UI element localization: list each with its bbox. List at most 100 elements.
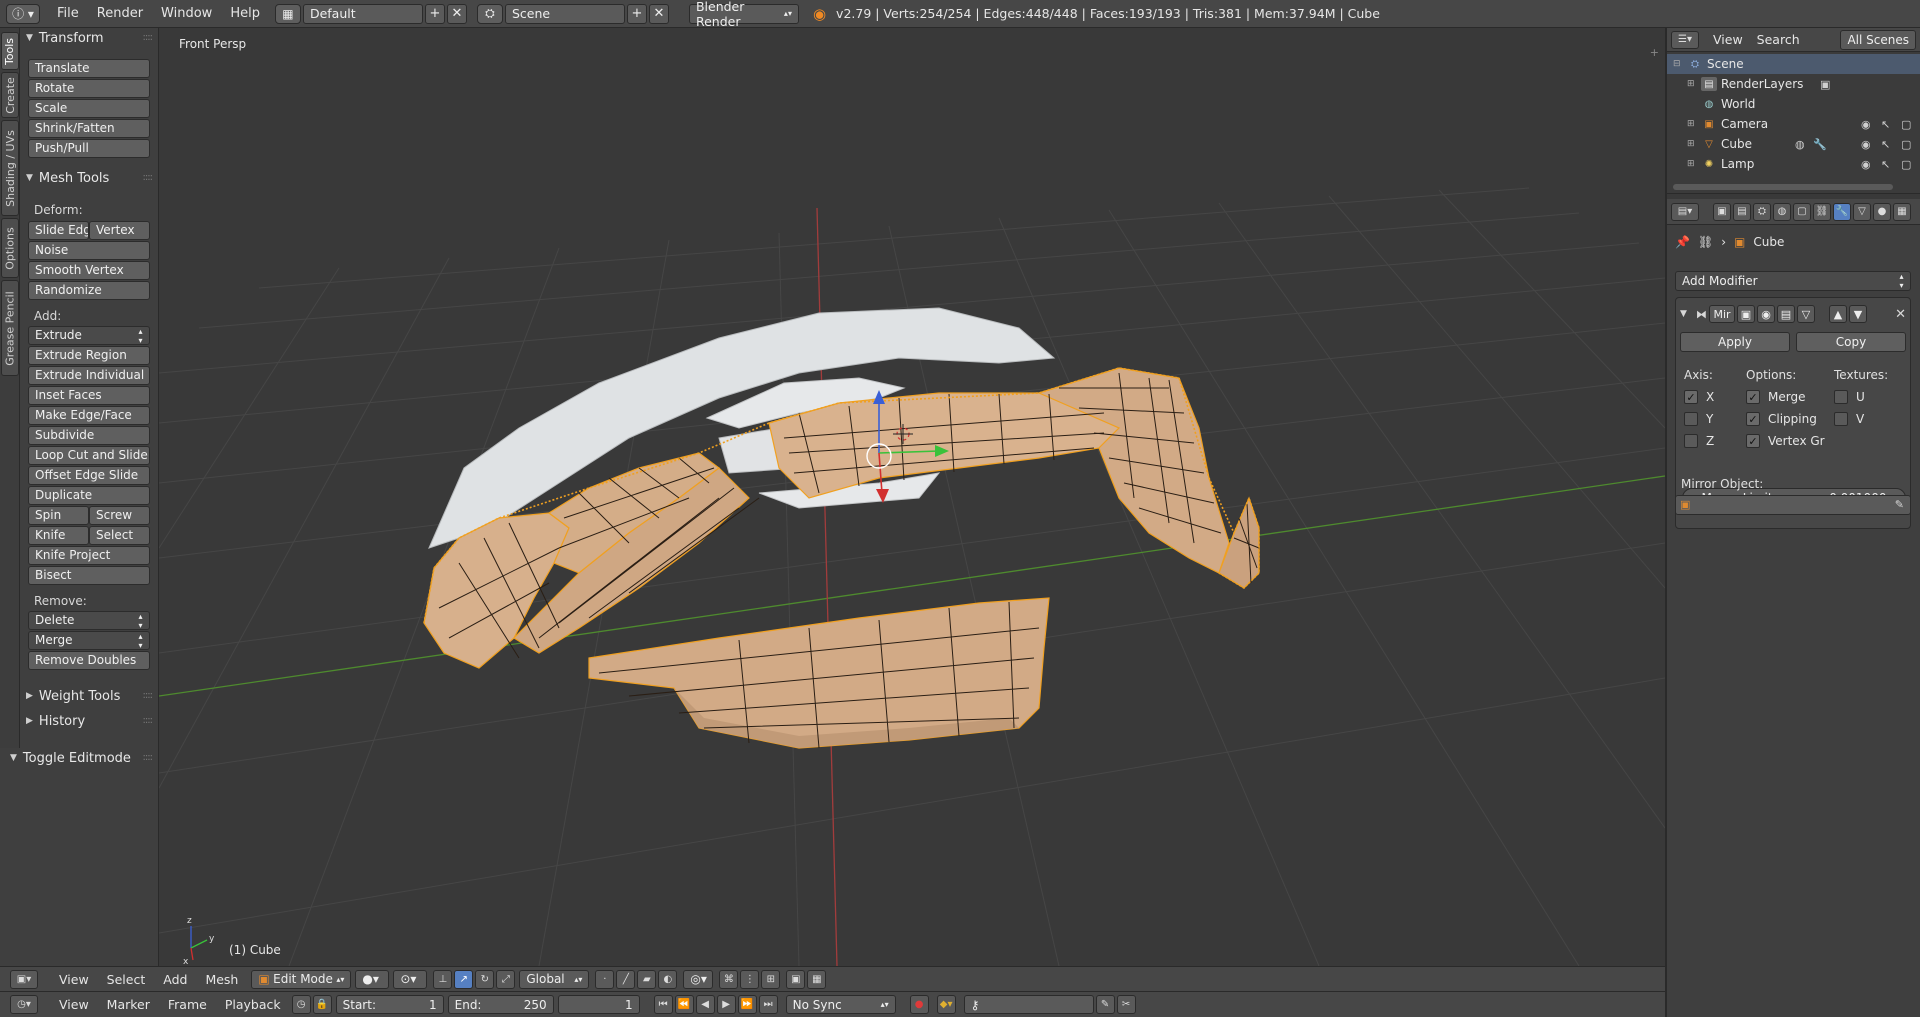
- grip-icon[interactable]: ::::: [143, 32, 154, 43]
- extrude-individual-button[interactable]: Extrude Individual: [28, 366, 150, 385]
- outliner-scrollbar[interactable]: [1673, 184, 1893, 190]
- slide-edge-button[interactable]: Slide Edge: [28, 221, 89, 240]
- spin-button[interactable]: Spin: [28, 506, 89, 525]
- display-mode-select[interactable]: All Scenes: [1840, 29, 1916, 50]
- transform-orientation-select[interactable]: Global ▴▾: [519, 969, 590, 989]
- 3d-editor-type-icon[interactable]: ▣▾: [10, 969, 38, 989]
- merge-checkbox[interactable]: ✓ Merge: [1746, 390, 1805, 404]
- play-icon[interactable]: ▶: [716, 995, 736, 1014]
- outliner-row-lamp[interactable]: ⊞ ✺ Lamp ◉ ↖ ▢: [1665, 154, 1920, 174]
- opengl-render-icon[interactable]: ▣: [786, 969, 806, 989]
- lock-icon[interactable]: 🔒: [312, 995, 332, 1014]
- jump-start-icon[interactable]: ⏮: [653, 995, 673, 1014]
- 3d-viewport[interactable]: z y x Front Persp (1) Cube +: [159, 28, 1665, 966]
- pivot-select[interactable]: ⊙▾: [393, 969, 428, 989]
- knife-button[interactable]: Knife: [28, 526, 89, 545]
- jump-end-icon[interactable]: ⏭: [758, 995, 778, 1014]
- clipping-checkbox[interactable]: ✓ Clipping: [1746, 412, 1817, 426]
- manipulator-toggle-icon[interactable]: ⊥: [433, 969, 453, 989]
- scale-button[interactable]: Scale: [28, 99, 150, 118]
- grip-icon[interactable]: ::::: [143, 752, 154, 763]
- viewport-shading-select[interactable]: ●▾: [355, 969, 390, 989]
- cursor-select-icon[interactable]: ↖: [1881, 138, 1890, 151]
- screen-layout-icon[interactable]: ▦: [274, 3, 301, 24]
- screen-layout-field[interactable]: Default: [302, 3, 423, 24]
- move-up-icon[interactable]: ▲: [1829, 305, 1847, 323]
- scene-icon[interactable]: ⛭: [476, 3, 503, 24]
- close-icon[interactable]: ✕: [1895, 307, 1906, 322]
- delete-dropdown[interactable]: Delete: [28, 611, 150, 630]
- axis-y-checkbox[interactable]: Y: [1684, 412, 1713, 426]
- transform-panel-header[interactable]: ▼ Transform: [26, 29, 104, 47]
- outliner-search-menu[interactable]: Search: [1757, 32, 1800, 47]
- render-icon[interactable]: ▢: [1901, 118, 1911, 131]
- cage-toggle-icon[interactable]: ▽: [1797, 305, 1815, 323]
- viewport-canvas[interactable]: z y x: [159, 28, 1665, 966]
- outliner-row-camera[interactable]: ⊞ ▣ Camera ◉ ↖ ▢: [1665, 114, 1920, 134]
- weight-tools-panel-header[interactable]: ▶ Weight Tools: [26, 687, 120, 705]
- face-select-icon[interactable]: ▰: [637, 969, 657, 989]
- tab-options[interactable]: Options: [1, 218, 19, 278]
- jump-keyframe-forward-icon[interactable]: ⏩: [737, 995, 757, 1014]
- toggle-editmode-panel-header[interactable]: ▼ Toggle Editmode: [10, 749, 131, 767]
- viewport-toggle-icon[interactable]: ◉: [1757, 305, 1775, 323]
- rotate-manipulator-icon[interactable]: ↻: [475, 969, 495, 989]
- editor-type-button[interactable]: ⓘ ▾: [6, 3, 40, 24]
- vertex-select-icon[interactable]: ·: [595, 969, 615, 989]
- menu-view[interactable]: View: [50, 972, 98, 987]
- remove-scene-button[interactable]: ✕: [648, 3, 669, 24]
- expand-icon[interactable]: ⊞: [1687, 159, 1697, 169]
- snap-element-icon[interactable]: ⋮: [740, 969, 760, 989]
- eye-icon[interactable]: ◉: [1861, 158, 1871, 171]
- move-down-icon[interactable]: ▼: [1849, 305, 1867, 323]
- mode-select[interactable]: ▣ Edit Mode ▴▾: [251, 969, 352, 989]
- world-context-icon[interactable]: ◍: [1773, 202, 1791, 221]
- slide-vertex-button[interactable]: Vertex: [89, 221, 150, 240]
- collapse-icon[interactable]: ⊟: [1673, 59, 1683, 69]
- keying-set-icon[interactable]: ◆▾: [936, 995, 956, 1014]
- grip-icon[interactable]: ::::: [143, 715, 154, 726]
- active-keying-set-field[interactable]: ⚷: [963, 995, 1094, 1014]
- eye-icon[interactable]: ◉: [1861, 118, 1871, 131]
- render-icon[interactable]: ▢: [1901, 138, 1911, 151]
- extrude-dropdown[interactable]: Extrude: [28, 326, 150, 345]
- material-context-icon[interactable]: ●: [1873, 202, 1891, 221]
- menu-window[interactable]: Window: [152, 0, 221, 28]
- collapse-icon[interactable]: ▼: [1680, 309, 1694, 319]
- sync-mode-select[interactable]: No Sync ▴▾: [785, 995, 896, 1014]
- vertex-groups-checkbox[interactable]: ✓ Vertex Gr: [1746, 434, 1825, 448]
- scale-manipulator-icon[interactable]: ⤢: [496, 969, 516, 989]
- editmode-toggle-icon[interactable]: ▤: [1777, 305, 1795, 323]
- limit-selection-icon[interactable]: ◐: [658, 969, 678, 989]
- outliner-editor-icon[interactable]: ☰▾: [1671, 30, 1699, 49]
- eye-icon[interactable]: ◉: [1861, 138, 1871, 151]
- outliner-view-menu[interactable]: View: [1713, 32, 1743, 47]
- bisect-button[interactable]: Bisect: [28, 566, 150, 585]
- tab-create[interactable]: Create: [1, 72, 19, 118]
- preview-range-icon[interactable]: ◷: [291, 995, 311, 1014]
- remove-doubles-button[interactable]: Remove Doubles: [28, 651, 150, 670]
- axis-z-checkbox[interactable]: Z: [1684, 434, 1714, 448]
- record-icon[interactable]: ●: [909, 995, 929, 1014]
- object-context-icon[interactable]: ▢: [1793, 202, 1811, 221]
- merge-dropdown[interactable]: Merge: [28, 631, 150, 650]
- timeline-editor-icon[interactable]: ◷▾: [10, 995, 38, 1014]
- knife-project-button[interactable]: Knife Project: [28, 546, 150, 565]
- texture-u-checkbox[interactable]: U: [1834, 390, 1865, 404]
- translate-button[interactable]: Translate: [28, 59, 150, 78]
- knife-select-button[interactable]: Select: [89, 526, 150, 545]
- outliner-row-scene[interactable]: ⊟ ⛭ Scene: [1665, 54, 1920, 74]
- expand-icon[interactable]: ⊞: [1687, 79, 1697, 89]
- modifier-name-field[interactable]: Mir: [1709, 305, 1735, 323]
- end-frame-field[interactable]: End: 250: [447, 995, 554, 1014]
- menu-help[interactable]: Help: [221, 0, 269, 28]
- menu-add[interactable]: Add: [154, 972, 196, 987]
- tab-tools[interactable]: Tools: [1, 32, 19, 70]
- mirror-object-field[interactable]: ▣ ✎: [1675, 495, 1911, 515]
- apply-button[interactable]: Apply: [1680, 332, 1790, 352]
- cursor-select-icon[interactable]: ↖: [1881, 158, 1890, 171]
- properties-toggle-icon[interactable]: +: [1650, 46, 1659, 59]
- pin-icon[interactable]: 📌: [1675, 235, 1690, 249]
- delete-keyframe-icon[interactable]: ✂: [1116, 995, 1136, 1014]
- outliner-row-world[interactable]: ◍ World: [1665, 94, 1920, 114]
